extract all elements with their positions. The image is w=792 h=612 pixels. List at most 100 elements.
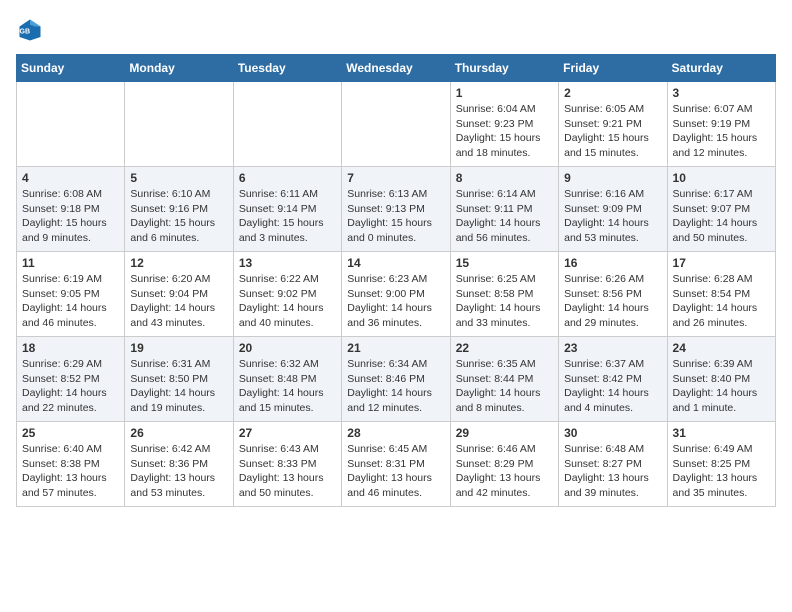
svg-text:GB: GB [20,29,31,36]
calendar-body: 1Sunrise: 6:04 AMSunset: 9:23 PMDaylight… [17,82,776,507]
day-cell-8: 8 Sunrise: 6:14 AMSunset: 9:11 PMDaylight… [450,167,558,252]
weekday-header-friday: Friday [559,55,667,82]
day-cell-20: 20 Sunrise: 6:32 AMSunset: 8:48 PMDayligh… [233,337,341,422]
day-number: 24 [673,341,770,355]
day-info: Sunrise: 6:11 AMSunset: 9:14 PMDaylight:… [239,187,336,246]
day-cell-16: 16 Sunrise: 6:26 AMSunset: 8:56 PMDayligh… [559,252,667,337]
day-cell-1: 1Sunrise: 6:04 AMSunset: 9:23 PMDaylight… [450,82,558,167]
day-number: 11 [22,256,119,270]
day-number: 9 [564,171,661,185]
day-number: 23 [564,341,661,355]
day-number: 20 [239,341,336,355]
day-info: Sunrise: 6:25 AMSunset: 8:58 PMDaylight:… [456,272,553,331]
empty-cell [17,82,125,167]
day-number: 16 [564,256,661,270]
day-cell-22: 22 Sunrise: 6:35 AMSunset: 8:44 PMDayligh… [450,337,558,422]
day-cell-27: 27 Sunrise: 6:43 AMSunset: 8:33 PMDayligh… [233,422,341,507]
day-cell-13: 13 Sunrise: 6:22 AMSunset: 9:02 PMDayligh… [233,252,341,337]
day-number: 10 [673,171,770,185]
day-number: 21 [347,341,444,355]
day-number: 14 [347,256,444,270]
weekday-header-saturday: Saturday [667,55,775,82]
weekday-header-wednesday: Wednesday [342,55,450,82]
day-number: 3 [673,86,770,100]
day-cell-6: 6Sunrise: 6:11 AMSunset: 9:14 PMDaylight… [233,167,341,252]
day-info: Sunrise: 6:16 AMSunset: 9:09 PMDaylight:… [564,187,661,246]
day-info: Sunrise: 6:05 AMSunset: 9:21 PMDaylight:… [564,102,661,161]
day-number: 31 [673,426,770,440]
day-info: Sunrise: 6:14 AMSunset: 9:11 PMDaylight:… [456,187,553,246]
day-cell-14: 14 Sunrise: 6:23 AMSunset: 9:00 PMDayligh… [342,252,450,337]
day-number: 12 [130,256,227,270]
day-info: Sunrise: 6:45 AMSunset: 8:31 PMDaylight:… [347,442,444,501]
day-info: Sunrise: 6:26 AMSunset: 8:56 PMDaylight:… [564,272,661,331]
day-cell-21: 21 Sunrise: 6:34 AMSunset: 8:46 PMDayligh… [342,337,450,422]
weekday-header-row: SundayMondayTuesdayWednesdayThursdayFrid… [17,55,776,82]
calendar-table: SundayMondayTuesdayWednesdayThursdayFrid… [16,54,776,507]
day-info: Sunrise: 6:29 AMSunset: 8:52 PMDaylight:… [22,357,119,416]
day-cell-26: 26 Sunrise: 6:42 AMSunset: 8:36 PMDayligh… [125,422,233,507]
day-info: Sunrise: 6:46 AMSunset: 8:29 PMDaylight:… [456,442,553,501]
weekday-header-monday: Monday [125,55,233,82]
day-number: 28 [347,426,444,440]
day-cell-17: 17Sunrise: 6:28 AMSunset: 8:54 PMDayligh… [667,252,775,337]
day-info: Sunrise: 6:42 AMSunset: 8:36 PMDaylight:… [130,442,227,501]
day-cell-12: 12 Sunrise: 6:20 AMSunset: 9:04 PMDayligh… [125,252,233,337]
empty-cell [342,82,450,167]
day-number: 19 [130,341,227,355]
day-info: Sunrise: 6:20 AMSunset: 9:04 PMDaylight:… [130,272,227,331]
week-row-2: 4Sunrise: 6:08 AMSunset: 9:18 PMDaylight… [17,167,776,252]
weekday-header-sunday: Sunday [17,55,125,82]
day-number: 4 [22,171,119,185]
day-number: 27 [239,426,336,440]
day-info: Sunrise: 6:17 AMSunset: 9:07 PMDaylight:… [673,187,770,246]
day-cell-24: 24 Sunrise: 6:39 AMSunset: 8:40 PMDayligh… [667,337,775,422]
day-info: Sunrise: 6:49 AMSunset: 8:25 PMDaylight:… [673,442,770,501]
day-number: 29 [456,426,553,440]
day-cell-28: 28 Sunrise: 6:45 AMSunset: 8:31 PMDayligh… [342,422,450,507]
logo-icon: GB [16,16,44,44]
week-row-3: 11 Sunrise: 6:19 AMSunset: 9:05 PMDayligh… [17,252,776,337]
day-info: Sunrise: 6:32 AMSunset: 8:48 PMDaylight:… [239,357,336,416]
day-number: 13 [239,256,336,270]
day-cell-4: 4Sunrise: 6:08 AMSunset: 9:18 PMDaylight… [17,167,125,252]
empty-cell [233,82,341,167]
day-number: 25 [22,426,119,440]
day-info: Sunrise: 6:07 AMSunset: 9:19 PMDaylight:… [673,102,770,161]
day-cell-31: 31 Sunrise: 6:49 AMSunset: 8:25 PMDayligh… [667,422,775,507]
day-info: Sunrise: 6:22 AMSunset: 9:02 PMDaylight:… [239,272,336,331]
day-number: 8 [456,171,553,185]
day-info: Sunrise: 6:48 AMSunset: 8:27 PMDaylight:… [564,442,661,501]
day-cell-2: 2 Sunrise: 6:05 AMSunset: 9:21 PMDaylight… [559,82,667,167]
empty-cell [125,82,233,167]
day-number: 2 [564,86,661,100]
day-cell-3: 3 Sunrise: 6:07 AMSunset: 9:19 PMDaylight… [667,82,775,167]
day-number: 5 [130,171,227,185]
day-info: Sunrise: 6:37 AMSunset: 8:42 PMDaylight:… [564,357,661,416]
day-info: Sunrise: 6:43 AMSunset: 8:33 PMDaylight:… [239,442,336,501]
week-row-4: 18Sunrise: 6:29 AMSunset: 8:52 PMDayligh… [17,337,776,422]
day-info: Sunrise: 6:39 AMSunset: 8:40 PMDaylight:… [673,357,770,416]
day-info: Sunrise: 6:19 AMSunset: 9:05 PMDaylight:… [22,272,119,331]
header: GB [16,16,776,44]
weekday-header-tuesday: Tuesday [233,55,341,82]
day-number: 7 [347,171,444,185]
day-number: 26 [130,426,227,440]
day-cell-9: 9 Sunrise: 6:16 AMSunset: 9:09 PMDaylight… [559,167,667,252]
day-cell-23: 23 Sunrise: 6:37 AMSunset: 8:42 PMDayligh… [559,337,667,422]
day-cell-7: 7 Sunrise: 6:13 AMSunset: 9:13 PMDaylight… [342,167,450,252]
day-cell-29: 29 Sunrise: 6:46 AMSunset: 8:29 PMDayligh… [450,422,558,507]
day-info: Sunrise: 6:35 AMSunset: 8:44 PMDaylight:… [456,357,553,416]
day-info: Sunrise: 6:23 AMSunset: 9:00 PMDaylight:… [347,272,444,331]
day-number: 22 [456,341,553,355]
day-info: Sunrise: 6:13 AMSunset: 9:13 PMDaylight:… [347,187,444,246]
day-info: Sunrise: 6:10 AMSunset: 9:16 PMDaylight:… [130,187,227,246]
day-info: Sunrise: 6:31 AMSunset: 8:50 PMDaylight:… [130,357,227,416]
day-cell-5: 5 Sunrise: 6:10 AMSunset: 9:16 PMDaylight… [125,167,233,252]
week-row-5: 25 Sunrise: 6:40 AMSunset: 8:38 PMDayligh… [17,422,776,507]
day-number: 30 [564,426,661,440]
day-info: Sunrise: 6:34 AMSunset: 8:46 PMDaylight:… [347,357,444,416]
day-info: Sunrise: 6:40 AMSunset: 8:38 PMDaylight:… [22,442,119,501]
day-cell-25: 25 Sunrise: 6:40 AMSunset: 8:38 PMDayligh… [17,422,125,507]
day-cell-30: 30 Sunrise: 6:48 AMSunset: 8:27 PMDayligh… [559,422,667,507]
